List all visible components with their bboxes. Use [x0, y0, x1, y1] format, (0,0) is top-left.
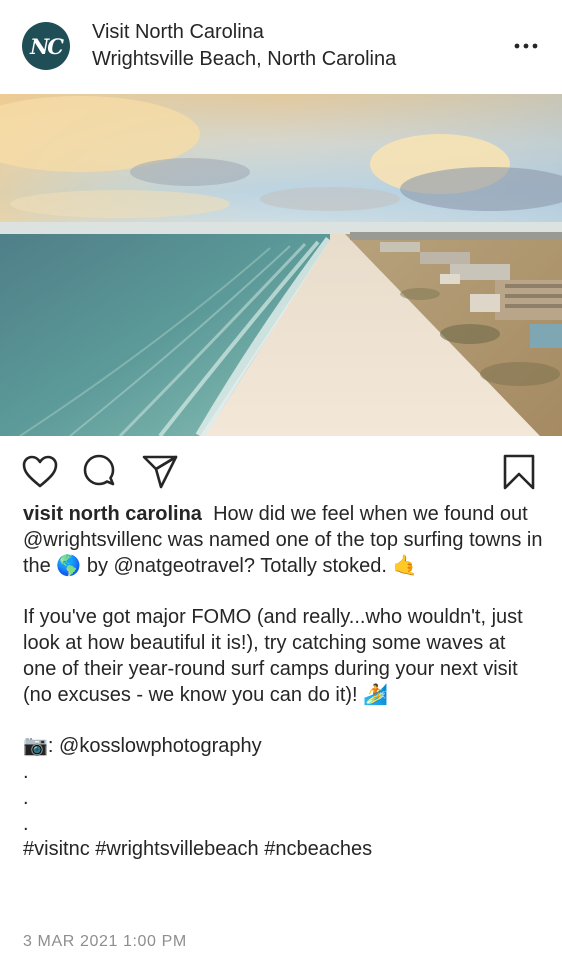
- caption-dot: .: [23, 760, 29, 783]
- bookmark-icon[interactable]: [500, 453, 538, 491]
- photo-credit: 📷: @kosslowphotography: [23, 735, 262, 758]
- caption-spacer: [23, 579, 543, 605]
- caption-author[interactable]: visit north carolina: [23, 503, 202, 525]
- post-location[interactable]: Wrightsville Beach, North Carolina: [92, 47, 396, 71]
- heart-icon[interactable]: [21, 453, 59, 491]
- avatar-logo-text: NC: [30, 33, 64, 59]
- caption-dot: .: [23, 812, 29, 835]
- post-timestamp: 3 MAR 2021 1:00 PM: [23, 933, 187, 950]
- post-actions-bar: [0, 436, 562, 506]
- caption-paragraph-2: If you've got major FOMO (and really...w…: [23, 606, 523, 706]
- more-horizontal-icon: [514, 43, 538, 49]
- account-name[interactable]: Visit North Carolina: [92, 20, 264, 44]
- caption-dot: .: [23, 786, 29, 809]
- post-caption: visit north carolina How did we feel whe…: [23, 502, 543, 863]
- comment-icon[interactable]: [80, 453, 118, 491]
- post-header: NC Visit North Carolina Wrightsville Bea…: [0, 0, 562, 94]
- caption-hashtags[interactable]: #visitnc #wrightsvillebeach #ncbeaches: [23, 837, 543, 863]
- more-options-button[interactable]: [510, 34, 542, 58]
- beach-aerial-photo: [0, 94, 562, 436]
- caption-spacer: [23, 708, 543, 734]
- post-image[interactable]: [0, 94, 562, 436]
- paper-plane-icon[interactable]: [141, 453, 179, 491]
- avatar[interactable]: NC: [22, 22, 70, 70]
- caption-paragraph-1: visit north carolina How did we feel whe…: [23, 502, 543, 579]
